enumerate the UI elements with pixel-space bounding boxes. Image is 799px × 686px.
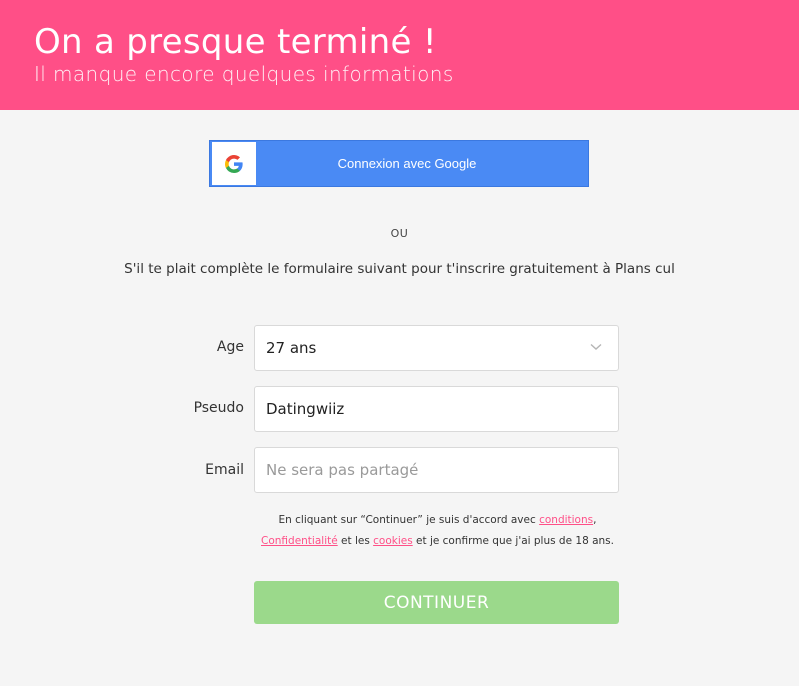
pseudo-input[interactable] xyxy=(266,400,607,418)
continue-button[interactable]: CONTINUER xyxy=(254,581,619,624)
pseudo-label: Pseudo xyxy=(193,400,244,416)
separator-text: OU xyxy=(390,227,409,240)
terms-part-2: , xyxy=(593,514,597,526)
cookies-link[interactable]: cookies xyxy=(373,535,413,547)
google-g-icon xyxy=(225,154,243,173)
terms-text: En cliquant sur “Continuer” je suis d'ac… xyxy=(200,510,675,552)
google-login-label: Connexion avec Google xyxy=(337,156,477,171)
google-login-button[interactable]: Connexion avec Google xyxy=(209,140,589,187)
email-label: Email xyxy=(205,462,244,478)
terms-part-4: et je confirme que j'ai plus de 18 ans. xyxy=(412,535,614,547)
intro-text: S'il te plait complète le formulaire sui… xyxy=(124,261,675,277)
page-title: On a presque terminé ! xyxy=(34,22,437,62)
conditions-link[interactable]: conditions xyxy=(539,514,593,526)
chevron-down-icon xyxy=(590,343,602,350)
age-label: Age xyxy=(216,339,244,355)
pseudo-field[interactable] xyxy=(254,386,619,432)
privacy-link[interactable]: Confidentialité xyxy=(261,535,338,547)
email-field[interactable] xyxy=(254,447,619,493)
age-value: 27 ans xyxy=(266,339,317,357)
page-subtitle: Il manque encore quelques informations xyxy=(34,62,454,86)
google-icon-box xyxy=(212,142,256,185)
terms-part-1: En cliquant sur “Continuer” je suis d'ac… xyxy=(278,514,540,526)
page-header: On a presque terminé ! Il manque encore … xyxy=(0,0,799,110)
email-input[interactable] xyxy=(266,461,607,479)
age-select[interactable]: 27 ans xyxy=(254,325,619,371)
terms-part-3: et les xyxy=(337,535,374,547)
